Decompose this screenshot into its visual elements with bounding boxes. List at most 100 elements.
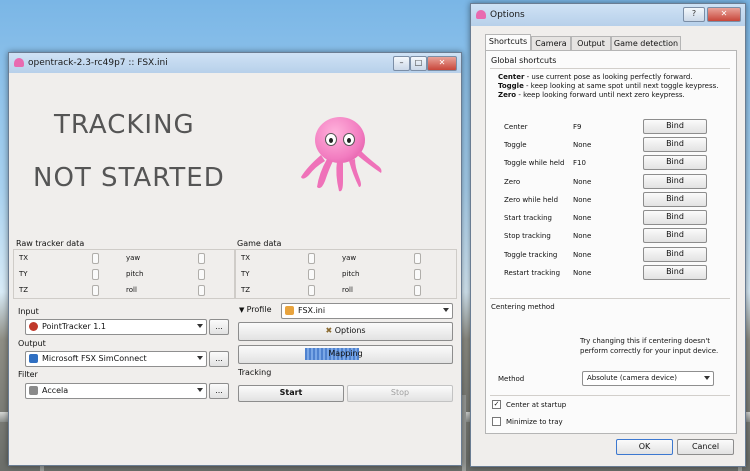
- tab-output[interactable]: Output: [571, 36, 611, 50]
- tools-icon: ✖: [325, 326, 335, 335]
- tracking-label: Tracking: [238, 368, 272, 377]
- bind-start-tracking-button[interactable]: Bind: [643, 210, 707, 225]
- opentrack-app-icon: [476, 10, 486, 19]
- raw-tz-value: [92, 285, 99, 296]
- options-title-bar[interactable]: Options ? ✕: [471, 4, 745, 26]
- shortcut-name: Toggle tracking: [504, 251, 558, 259]
- stop-button[interactable]: Stop: [347, 385, 453, 402]
- game-roll-value: [414, 285, 421, 296]
- shortcut-key: None: [573, 232, 592, 240]
- options-button[interactable]: ✖ Options: [238, 322, 453, 341]
- filter-label: Filter: [18, 370, 38, 379]
- bind-restart-tracking-button[interactable]: Bind: [643, 265, 707, 280]
- shortcut-row-zero-while-held: Zero while held None Bind: [500, 192, 730, 208]
- options-client-area: Shortcuts Camera Output Game detection G…: [471, 26, 745, 466]
- shortcut-row-zero: Zero None Bind: [500, 174, 730, 190]
- game-tz-value: [308, 285, 315, 296]
- raw-tz-label: TZ: [19, 286, 29, 294]
- options-window: Options ? ✕ Shortcuts Camera Output Game…: [470, 3, 746, 467]
- bind-toggle-tracking-button[interactable]: Bind: [643, 247, 707, 262]
- shortcut-name: Center: [504, 123, 528, 131]
- shortcut-row-toggle-tracking: Toggle tracking None Bind: [500, 247, 730, 263]
- method-select[interactable]: Absolute (camera device): [582, 371, 714, 386]
- output-settings-button[interactable]: ...: [209, 351, 229, 367]
- divider: [490, 68, 730, 69]
- background-post: [462, 395, 466, 471]
- tab-game-detection[interactable]: Game detection: [611, 36, 681, 50]
- chevron-down-icon: [197, 356, 203, 360]
- desc-zero: Zero - keep looking forward until next z…: [498, 91, 685, 99]
- octopus-logo: [297, 115, 387, 195]
- chevron-down-icon: [197, 388, 203, 392]
- game-tx-label: TX: [241, 254, 251, 262]
- raw-tracker-group: TX TY TZ yaw pitch roll: [13, 249, 235, 299]
- method-label: Method: [498, 375, 525, 383]
- game-pitch-value: [414, 269, 421, 280]
- tab-camera[interactable]: Camera: [531, 36, 571, 50]
- shortcut-row-restart-tracking: Restart tracking None Bind: [500, 265, 730, 281]
- minimize-button[interactable]: –: [393, 56, 410, 71]
- shortcut-name: Stop tracking: [504, 232, 551, 240]
- opentrack-app-icon: [14, 58, 24, 67]
- chevron-down-icon: [197, 324, 203, 328]
- output-select[interactable]: Microsoft FSX SimConnect: [25, 351, 207, 367]
- game-tx-value: [308, 253, 315, 264]
- tracking-status-line2: NOT STARTED: [33, 163, 225, 193]
- raw-tx-label: TX: [19, 254, 29, 262]
- shortcut-name: Toggle: [504, 141, 527, 149]
- mapping-button[interactable]: Mapping: [238, 345, 453, 364]
- input-settings-button[interactable]: ...: [209, 319, 229, 335]
- pointtracker-icon: [29, 322, 38, 331]
- profile-select[interactable]: FSX.ini: [281, 303, 453, 319]
- help-button[interactable]: ?: [683, 7, 705, 22]
- close-button[interactable]: ✕: [427, 56, 457, 71]
- input-select[interactable]: PointTracker 1.1: [25, 319, 207, 335]
- game-yaw-label: yaw: [342, 254, 357, 262]
- filter-icon: [29, 386, 38, 395]
- profile-menu-button[interactable]: ▼ Profile: [239, 303, 277, 317]
- shortcut-name: Zero: [504, 178, 521, 186]
- shortcut-row-start-tracking: Start tracking None Bind: [500, 210, 730, 226]
- raw-yaw-value: [198, 253, 205, 264]
- center-at-startup-label: Center at startup: [506, 401, 567, 409]
- main-client-area: TRACKING NOT STARTED Raw tracker data TX…: [9, 73, 461, 465]
- shortcut-key: None: [573, 214, 592, 222]
- output-label: Output: [18, 339, 46, 348]
- filter-select[interactable]: Accela: [25, 383, 207, 399]
- minimize-to-tray-checkbox[interactable]: [492, 417, 501, 426]
- shortcut-row-toggle-while-held: Toggle while held F10 Bind: [500, 155, 730, 171]
- global-shortcuts-title: Global shortcuts: [491, 56, 557, 65]
- center-at-startup-checkbox[interactable]: ✓: [492, 400, 501, 409]
- start-button[interactable]: Start: [238, 385, 344, 402]
- maximize-button[interactable]: □: [410, 56, 427, 71]
- bind-zero-while-held-button[interactable]: Bind: [643, 192, 707, 207]
- options-close-button[interactable]: ✕: [707, 7, 741, 22]
- game-ty-value: [308, 269, 315, 280]
- tab-shortcuts[interactable]: Shortcuts: [485, 34, 531, 50]
- ok-button[interactable]: OK: [616, 439, 673, 455]
- game-ty-label: TY: [241, 270, 250, 278]
- bind-toggle-while-held-button[interactable]: Bind: [643, 155, 707, 170]
- cancel-button[interactable]: Cancel: [677, 439, 734, 455]
- shortcut-row-toggle: Toggle None Bind: [500, 137, 730, 153]
- shortcut-key: F9: [573, 123, 582, 131]
- minimize-to-tray-label: Minimize to tray: [506, 418, 563, 426]
- game-tz-label: TZ: [241, 286, 251, 294]
- bind-zero-button[interactable]: Bind: [643, 174, 707, 189]
- profile-file-icon: [285, 306, 294, 315]
- bind-stop-tracking-button[interactable]: Bind: [643, 228, 707, 243]
- bind-toggle-button[interactable]: Bind: [643, 137, 707, 152]
- divider: [490, 298, 730, 299]
- raw-roll-label: roll: [126, 286, 137, 294]
- bind-center-button[interactable]: Bind: [643, 119, 707, 134]
- raw-yaw-label: yaw: [126, 254, 141, 262]
- filter-settings-button[interactable]: ...: [209, 383, 229, 399]
- shortcut-key: None: [573, 141, 592, 149]
- main-window-title: opentrack-2.3-rc49p7 :: FSX.ini: [28, 58, 168, 68]
- raw-ty-label: TY: [19, 270, 28, 278]
- shortcut-name: Toggle while held: [504, 159, 565, 167]
- options-window-title: Options: [490, 10, 525, 20]
- game-pitch-label: pitch: [342, 270, 360, 278]
- shortcut-name: Start tracking: [504, 214, 552, 222]
- main-title-bar[interactable]: opentrack-2.3-rc49p7 :: FSX.ini – □ ✕: [9, 53, 461, 73]
